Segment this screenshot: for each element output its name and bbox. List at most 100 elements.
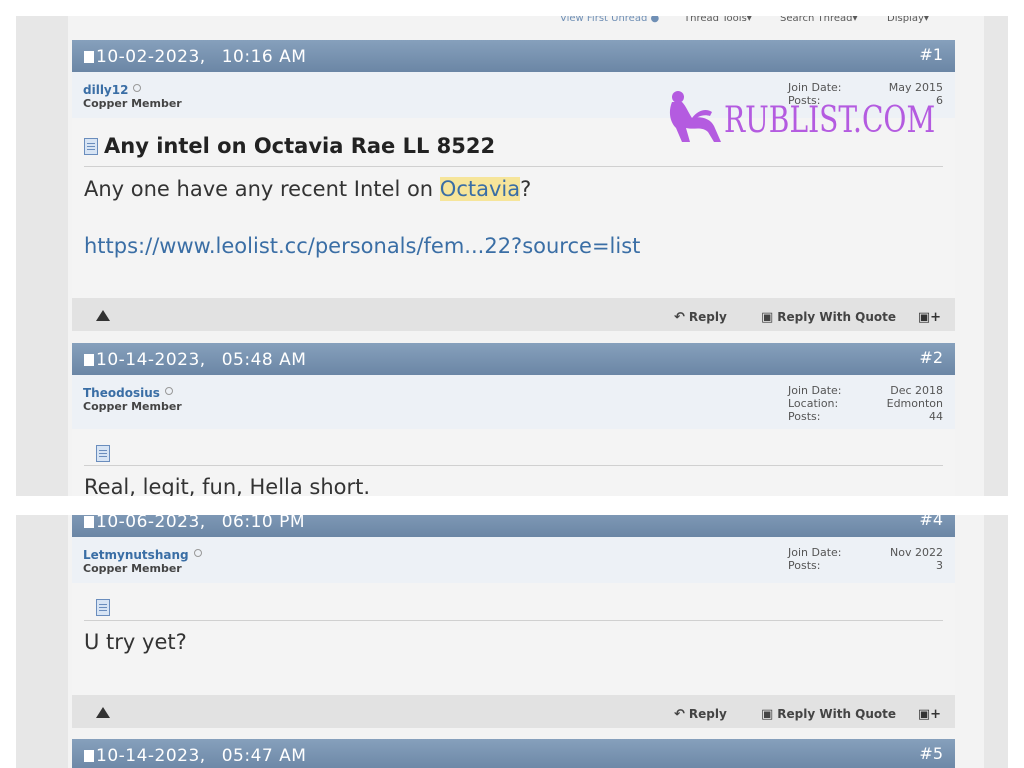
- post-number-link[interactable]: #2: [919, 348, 943, 367]
- reply-button[interactable]: ↶ Reply: [674, 310, 727, 325]
- post-footer: ↶ Reply ▣ Reply With Quote ▣+: [72, 298, 955, 331]
- reply-with-quote-button[interactable]: ▣ Reply With Quote: [761, 707, 896, 722]
- offline-status-icon: [133, 84, 142, 92]
- multiquote-icon[interactable]: ▣+: [918, 310, 941, 325]
- reply-with-quote-button[interactable]: ▣ Reply With Quote: [761, 310, 896, 325]
- watermark: RUBLIST.COM: [666, 86, 956, 146]
- document-icon: [96, 599, 110, 616]
- thread-tools-menu[interactable]: Thread Tools▾: [684, 16, 752, 24]
- post-userinfo: Theodosius Copper Member Join Date: Dec 2…: [72, 375, 955, 429]
- watermark-figure-logo: [669, 91, 721, 142]
- stat-label: Posts:: [788, 410, 821, 423]
- stat-label: Join Date:: [788, 384, 842, 397]
- reply-button[interactable]: ↶ Reply: [674, 707, 727, 722]
- screenshot-panel-top: View First Unread ● Thread Tools▾ Search…: [16, 16, 1008, 496]
- view-first-unread-link[interactable]: View First Unread ●: [560, 16, 659, 24]
- post-date: 10-14-2023, 05:47 AM: [84, 746, 306, 766]
- username-text: Letmynutshang: [83, 548, 189, 562]
- post-header: 10-14-2023, 05:48 AM #2: [72, 343, 955, 375]
- post-message: Any one have any recent Intel on Octavia…: [84, 177, 531, 201]
- post-header: 10-06-2023, 06:10 PM #4: [72, 515, 955, 537]
- post-number-link[interactable]: #4: [919, 515, 943, 529]
- username-link[interactable]: dilly12: [83, 83, 142, 97]
- watermark-text: RUBLIST.COM: [724, 100, 936, 141]
- post-footer: ↶ Reply ▣ Reply With Quote ▣+: [72, 695, 955, 728]
- user-stats: Join Date: Dec 2018 Location: Edmonton Pos…: [788, 384, 943, 423]
- stat-posts: Posts: 3: [788, 559, 943, 572]
- post-body: Real, legit, fun, Hella short.: [72, 429, 955, 496]
- reply-arrow-icon: ↶: [674, 707, 685, 722]
- offline-status-icon: [193, 549, 202, 557]
- post-header: 10-02-2023, 10:16 AM #1: [72, 40, 955, 72]
- user-rank: Copper Member: [83, 562, 182, 575]
- post-icon: [84, 51, 94, 63]
- post-message: Real, legit, fun, Hella short.: [84, 475, 371, 496]
- post-time: 05:47 AM: [221, 746, 307, 766]
- post-title: [96, 445, 116, 464]
- post-date-text: 10-14-2023,: [96, 350, 206, 370]
- display-menu[interactable]: Display▾: [887, 16, 929, 24]
- username-link[interactable]: Letmynutshang: [83, 548, 202, 562]
- post-header: 10-14-2023, 05:47 AM #5: [72, 739, 955, 768]
- post-number-link[interactable]: #1: [919, 45, 943, 64]
- post-title: [96, 599, 116, 618]
- post-message-text: Any one have any recent Intel on: [84, 177, 440, 201]
- post-number-link[interactable]: #5: [919, 744, 943, 763]
- post-message: U try yet?: [84, 630, 187, 654]
- stat-value: Dec 2018: [890, 384, 943, 397]
- quote-bubble-icon: ▣: [761, 707, 774, 722]
- reply-arrow-icon: ↶: [674, 310, 685, 325]
- user-rank: Copper Member: [83, 97, 182, 110]
- stat-label: Join Date:: [788, 546, 842, 559]
- post-title: Any intel on Octavia Rae LL 8522: [84, 134, 495, 158]
- offline-status-icon: [164, 387, 173, 395]
- user-rank: Copper Member: [83, 400, 182, 413]
- post-icon: [84, 750, 94, 762]
- post-time: 05:48 AM: [221, 350, 307, 370]
- highlighted-keyword: Octavia: [439, 177, 521, 201]
- stat-label: Location:: [788, 397, 839, 410]
- post-time: 10:16 AM: [221, 47, 307, 67]
- view-first-unread-label: View First Unread: [560, 16, 648, 24]
- stat-location: Location: Edmonton: [788, 397, 943, 410]
- post-time: 06:10 PM: [221, 515, 306, 532]
- post-icon: [84, 516, 94, 528]
- reply-with-quote-label: Reply With Quote: [777, 310, 897, 324]
- screenshot-panel-bottom: 10-06-2023, 06:10 PM #4 Letmynutshang Cop…: [16, 515, 1008, 768]
- reply-label: Reply: [688, 310, 727, 324]
- post-date-text: 10-02-2023,: [96, 47, 206, 67]
- thread-tools-label: Thread Tools: [684, 16, 747, 24]
- stat-label: Posts:: [788, 559, 821, 572]
- reply-label: Reply: [688, 707, 727, 721]
- thread-toolbar: View First Unread ● Thread Tools▾ Search…: [72, 16, 952, 32]
- stat-posts: Posts: 44: [788, 410, 943, 423]
- multiquote-icon[interactable]: ▣+: [918, 707, 941, 722]
- display-label: Display: [887, 16, 924, 24]
- search-thread-menu[interactable]: Search Thread▾: [780, 16, 858, 24]
- stat-join-date: Join Date: Dec 2018: [788, 384, 943, 397]
- user-stats: Join Date: Nov 2022 Posts: 3: [788, 546, 943, 572]
- search-thread-label: Search Thread: [780, 16, 853, 24]
- post-message-punctuation: ?: [520, 177, 532, 201]
- username-text: dilly12: [83, 83, 129, 97]
- username-link[interactable]: Theodosius: [83, 386, 173, 400]
- report-warning-icon[interactable]: [96, 310, 110, 321]
- stat-join-date: Join Date: Nov 2022: [788, 546, 943, 559]
- post-date-text: 10-14-2023,: [96, 746, 206, 766]
- post-icon: [84, 354, 94, 366]
- stat-value: Edmonton: [886, 397, 943, 410]
- document-icon: [84, 138, 98, 155]
- post-date: 10-02-2023, 10:16 AM: [84, 47, 306, 67]
- post-userinfo: Letmynutshang Copper Member Join Date: No…: [72, 537, 955, 583]
- username-text: Theodosius: [83, 386, 160, 400]
- stat-value: 3: [936, 559, 943, 572]
- post-date-text: 10-06-2023,: [96, 515, 206, 532]
- stat-value: 44: [929, 410, 943, 423]
- post-title-text: Any intel on Octavia Rae LL 8522: [104, 134, 496, 158]
- post-body: U try yet?: [72, 583, 955, 695]
- report-warning-icon[interactable]: [96, 707, 110, 718]
- reply-with-quote-label: Reply With Quote: [777, 707, 897, 721]
- quote-bubble-icon: ▣: [761, 310, 774, 325]
- post-link[interactable]: https://www.leolist.cc/personals/fem...2…: [84, 234, 640, 258]
- post-date: 10-06-2023, 06:10 PM: [84, 515, 305, 532]
